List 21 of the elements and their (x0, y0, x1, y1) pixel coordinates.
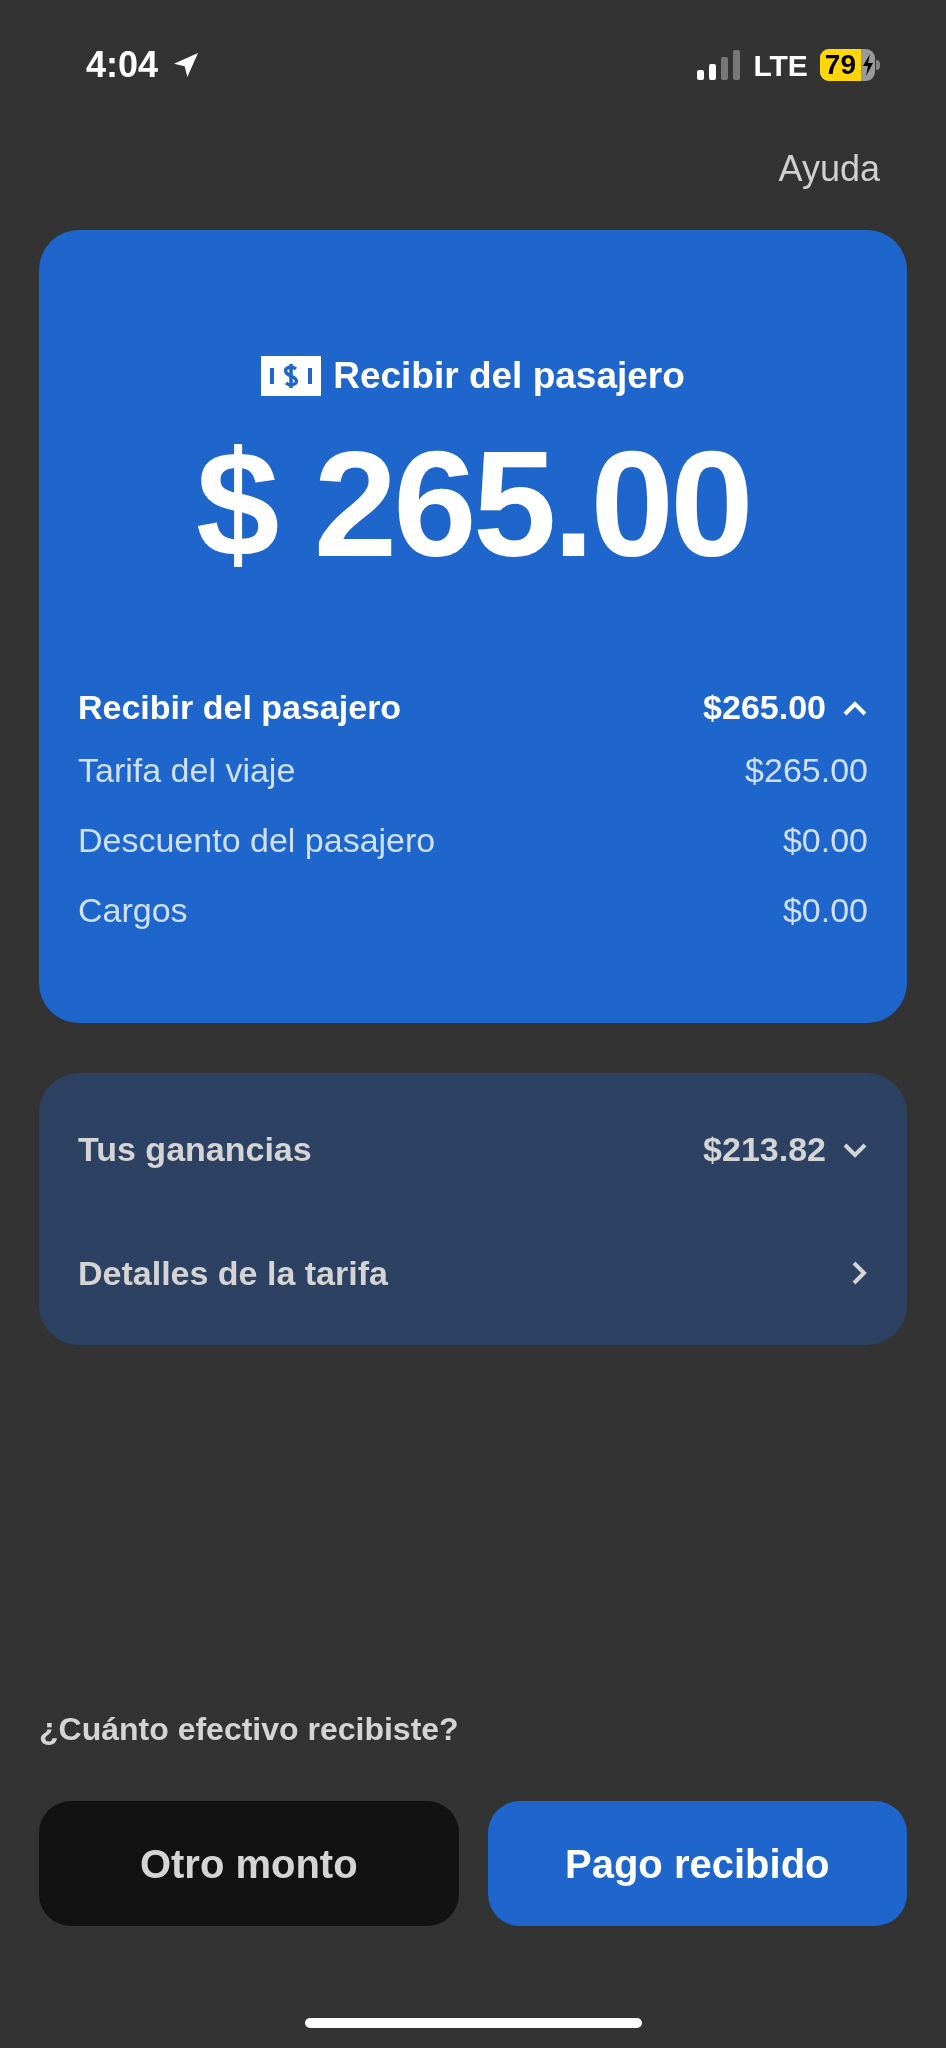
signal-icon (697, 50, 742, 80)
fare-line-amount: $265.00 (745, 750, 868, 791)
cash-question: ¿Cuánto efectivo recibiste? (38, 1710, 460, 1749)
status-time: 4:04 (86, 43, 159, 87)
summary-toggle[interactable]: Recibir del pasajero $265.00 (78, 679, 868, 736)
card-heading: Recibir del pasajero (333, 354, 685, 398)
fare-details-link[interactable]: Detalles de la tarifa (78, 1233, 868, 1313)
confirm-button[interactable]: Pago recibido (487, 1801, 907, 1926)
earnings-toggle[interactable]: Tus ganancias $213.82 (78, 1109, 868, 1189)
help-link[interactable]: Ayuda (778, 142, 880, 196)
battery-indicator: 79 (819, 49, 880, 81)
cash-icon (261, 355, 322, 396)
fare-line-amount: $0.00 (782, 890, 868, 931)
other-amount-button[interactable]: Otro monto (39, 1801, 459, 1926)
fare-line-label: Descuento del pasajero (78, 820, 436, 861)
amount-due: $ 265.00 (196, 423, 750, 584)
fare-line-label: Cargos (78, 890, 188, 931)
fare-line-amount: $0.00 (782, 820, 868, 861)
fare-line-label: Tarifa del viaje (78, 750, 296, 791)
chevron-right-icon (850, 1259, 868, 1287)
network-label: LTE (753, 47, 808, 84)
